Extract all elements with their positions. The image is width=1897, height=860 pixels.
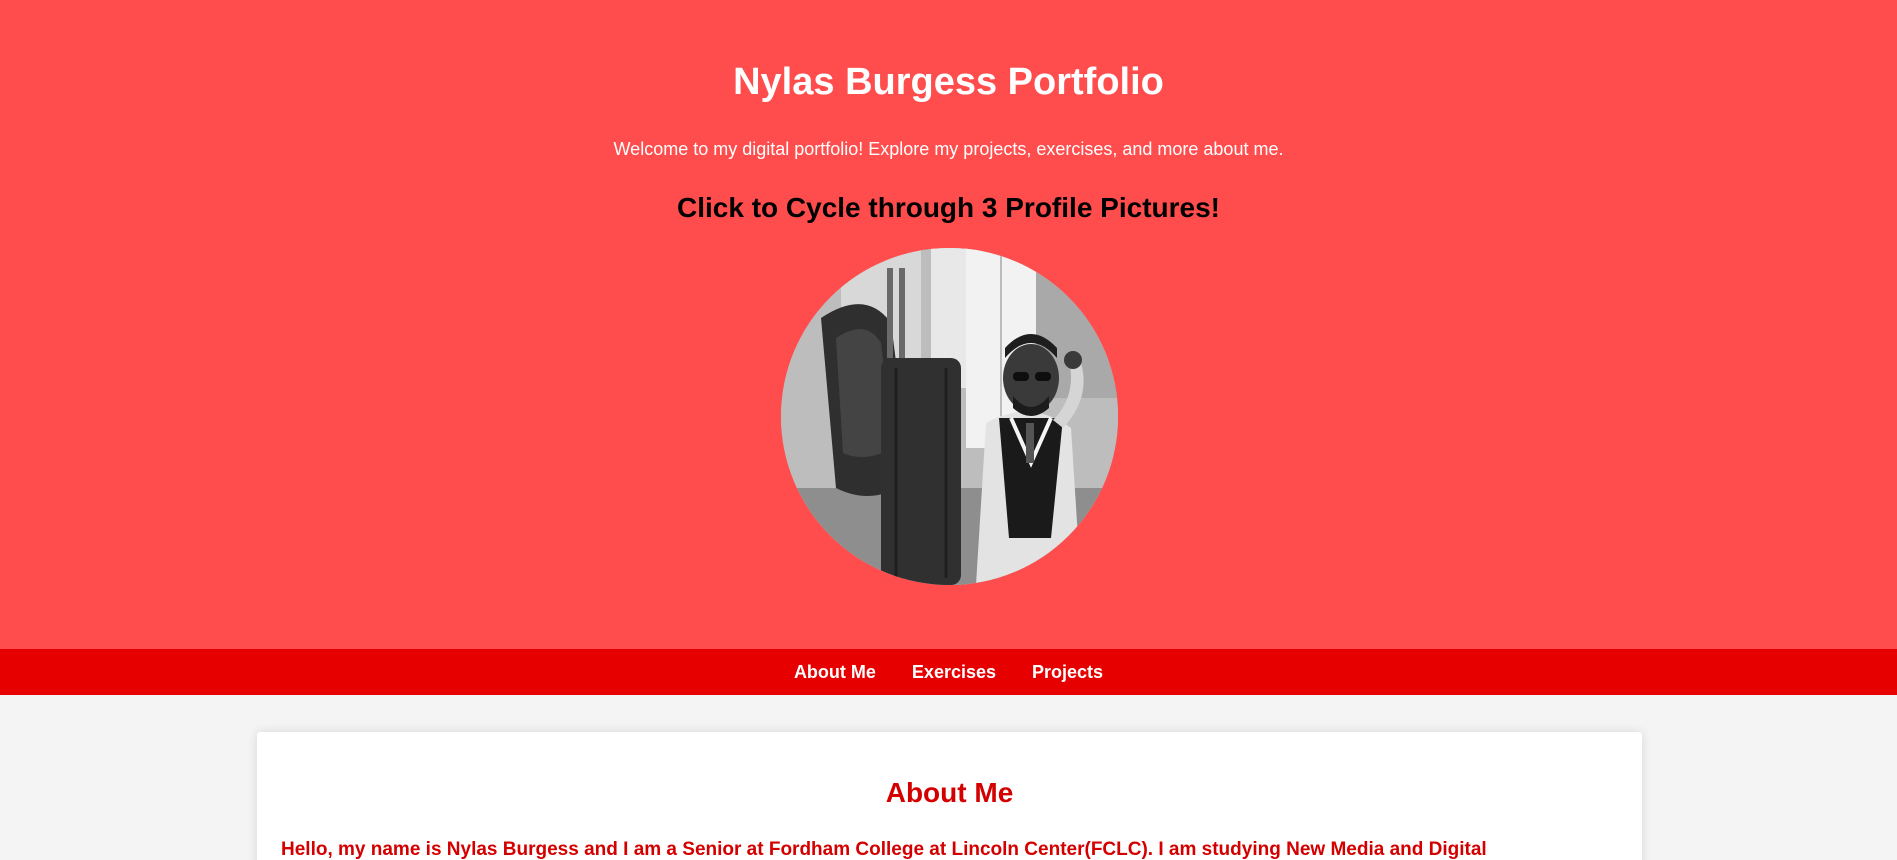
- page-title: Nylas Burgess Portfolio: [733, 61, 1164, 103]
- profile-picture[interactable]: [781, 248, 1118, 585]
- about-title: About Me: [885, 777, 1014, 808]
- welcome-text: Welcome to my digital portfolio! Explore…: [613, 139, 1284, 159]
- nav-exercises[interactable]: Exercises: [912, 649, 996, 695]
- nav-about-me[interactable]: About Me: [794, 649, 876, 695]
- nav-projects[interactable]: Projects: [1032, 649, 1103, 695]
- profile-cycle-heading: Click to Cycle through 3 Profile Picture…: [676, 192, 1220, 223]
- main-nav: About Me Exercises Projects: [0, 649, 1897, 695]
- profile-photo-icon: [781, 248, 1118, 585]
- about-section: About Me Hello, my name is Nylas Burgess…: [257, 732, 1642, 860]
- hero-header: Nylas Burgess Portfolio Welcome to my di…: [0, 0, 1897, 649]
- about-text: Hello, my name is Nylas Burgess and I am…: [281, 839, 1487, 860]
